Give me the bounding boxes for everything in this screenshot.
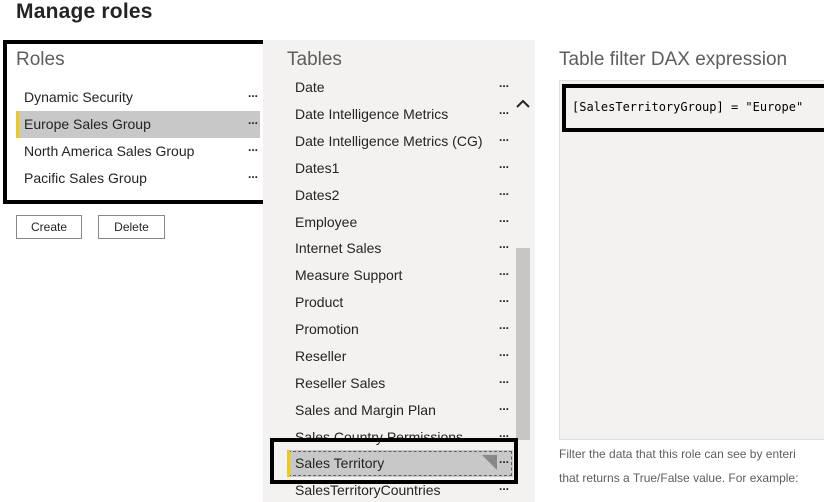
help-text-line-1: Filter the data that this role can see b…: [559, 447, 796, 461]
tables-heading: Tables: [287, 49, 342, 70]
table-item-salesterritorycountries[interactable]: SalesTerritoryCountries ...: [287, 477, 513, 502]
more-options-icon[interactable]: ...: [499, 452, 509, 466]
table-label: Reseller: [295, 348, 347, 364]
help-text-line-2: that returns a True/False value. For exa…: [559, 471, 799, 485]
table-label: Sales and Margin Plan: [295, 402, 436, 418]
more-options-icon[interactable]: ...: [499, 318, 509, 332]
more-options-icon[interactable]: ...: [499, 78, 509, 90]
scrollbar-thumb[interactable]: [516, 248, 530, 440]
role-item-pacific-sales-group[interactable]: Pacific Sales Group ...: [16, 165, 260, 192]
more-options-icon[interactable]: ...: [499, 184, 509, 198]
table-label: Product: [295, 294, 344, 310]
dialog-title: Manage roles: [16, 0, 153, 23]
table-item-employee[interactable]: Employee ...: [287, 209, 513, 236]
roles-heading: Roles: [16, 49, 65, 70]
table-item-dates1[interactable]: Dates1 ...: [287, 155, 513, 182]
more-options-icon[interactable]: ...: [499, 237, 509, 251]
table-item-date[interactable]: Date ...: [287, 78, 513, 101]
dax-expression-editor[interactable]: [559, 80, 824, 440]
more-options-icon[interactable]: ...: [248, 113, 258, 127]
table-item-date-intelligence-metrics-cg[interactable]: Date Intelligence Metrics (CG) ...: [287, 128, 513, 155]
more-options-icon[interactable]: ...: [499, 264, 509, 278]
table-label: Date Intelligence Metrics (CG): [295, 133, 483, 149]
dax-expression-text[interactable]: [SalesTerritoryGroup] = "Europe": [572, 100, 803, 114]
more-options-icon[interactable]: ...: [499, 372, 509, 386]
table-item-sales-and-margin-plan[interactable]: Sales and Margin Plan ...: [287, 397, 513, 424]
more-options-icon[interactable]: ...: [499, 103, 509, 117]
role-item-europe-sales-group[interactable]: Europe Sales Group ...: [16, 111, 260, 138]
role-label: Pacific Sales Group: [24, 170, 147, 186]
filter-corner-icon: [482, 455, 497, 470]
more-options-icon[interactable]: ...: [499, 399, 509, 413]
table-label: Dates1: [295, 160, 340, 176]
table-label: Reseller Sales: [295, 375, 386, 391]
table-item-promotion[interactable]: Promotion ...: [287, 316, 513, 343]
create-role-button[interactable]: Create: [16, 215, 82, 239]
dax-heading: Table filter DAX expression: [559, 49, 788, 70]
role-item-north-america-sales-group[interactable]: North America Sales Group ...: [16, 138, 260, 165]
table-label: Employee: [295, 214, 358, 230]
more-options-icon[interactable]: ...: [499, 157, 509, 171]
role-label: North America Sales Group: [24, 143, 195, 159]
table-item-date-intelligence-metrics[interactable]: Date Intelligence Metrics ...: [287, 101, 513, 128]
table-item-reseller-sales[interactable]: Reseller Sales ...: [287, 370, 513, 397]
more-options-icon[interactable]: ...: [499, 291, 509, 305]
more-options-icon[interactable]: ...: [499, 211, 509, 225]
table-label: Promotion: [295, 321, 359, 337]
more-options-icon[interactable]: ...: [499, 130, 509, 144]
table-label: Sales Territory: [295, 455, 385, 471]
chevron-up-icon[interactable]: [514, 96, 532, 118]
table-item-internet-sales[interactable]: Internet Sales ...: [287, 235, 513, 262]
more-options-icon[interactable]: ...: [248, 167, 258, 181]
table-label: SalesTerritoryCountries: [295, 482, 441, 498]
table-item-sales-country-permissions[interactable]: Sales Country Permissions ...: [287, 424, 513, 451]
table-item-measure-support[interactable]: Measure Support ...: [287, 262, 513, 289]
table-item-sales-territory[interactable]: Sales Territory ...: [287, 450, 513, 477]
table-item-reseller[interactable]: Reseller ...: [287, 343, 513, 370]
role-item-dynamic-security[interactable]: Dynamic Security ...: [16, 84, 260, 111]
more-options-icon[interactable]: ...: [499, 479, 509, 493]
more-options-icon[interactable]: ...: [499, 426, 509, 440]
role-label: Europe Sales Group: [24, 116, 151, 132]
role-label: Dynamic Security: [24, 89, 133, 105]
table-label: Date Intelligence Metrics: [295, 106, 449, 122]
table-item-product[interactable]: Product ...: [287, 289, 513, 316]
table-label: Measure Support: [295, 267, 403, 283]
more-options-icon[interactable]: ...: [248, 86, 258, 100]
more-options-icon[interactable]: ...: [499, 345, 509, 359]
table-item-dates2[interactable]: Dates2 ...: [287, 182, 513, 209]
table-label: Sales Country Permissions: [295, 429, 464, 445]
delete-role-button[interactable]: Delete: [98, 215, 165, 239]
table-label: Date: [295, 79, 325, 95]
more-options-icon[interactable]: ...: [248, 140, 258, 154]
table-label: Dates2: [295, 187, 340, 203]
table-label: Internet Sales: [295, 240, 382, 256]
tables-list: Date ... Date Intelligence Metrics ... D…: [287, 78, 513, 502]
